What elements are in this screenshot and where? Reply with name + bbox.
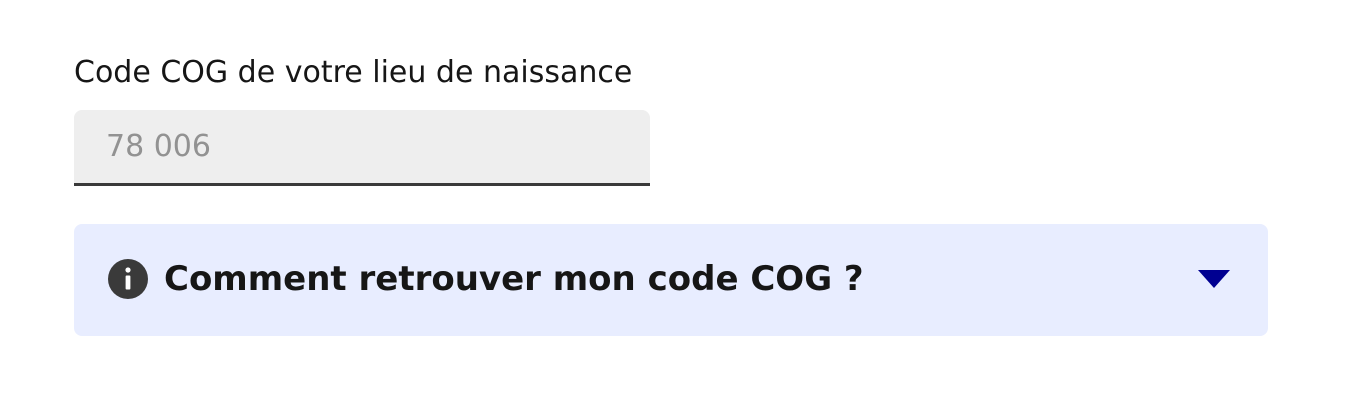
cog-help-accordion[interactable]: Comment retrouver mon code COG ?: [74, 224, 1268, 336]
caret-down-icon[interactable]: [1198, 270, 1230, 288]
cog-field-label: Code COG de votre lieu de naissance: [74, 55, 633, 90]
accordion-title: Comment retrouver mon code COG ?: [164, 259, 864, 299]
cog-input-container: [74, 110, 650, 186]
info-circle-icon: [108, 259, 148, 299]
cog-code-input[interactable]: [74, 110, 650, 183]
